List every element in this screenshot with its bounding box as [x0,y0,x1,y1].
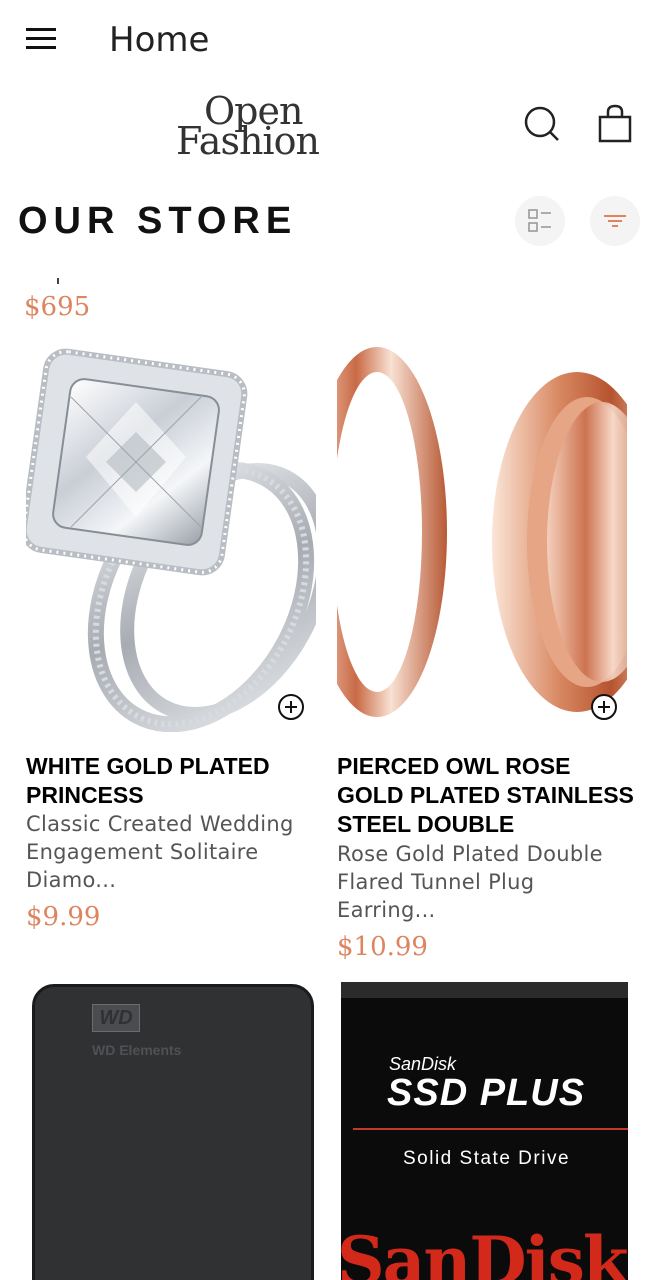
brand-logo[interactable]: Open Fashion [176,92,346,162]
search-icon[interactable] [522,104,562,144]
section-title: OUR STORE [18,200,298,242]
product-price: $695 [24,292,91,322]
brand-bar: Open Fashion [0,82,657,182]
list-view-icon[interactable] [515,196,565,246]
ssd-subtitle: Solid State Drive [403,1148,571,1169]
drive-body [32,984,314,1280]
filter-icon[interactable] [590,196,640,246]
wd-hard-drive-image[interactable]: WD WD Elements [26,982,316,1280]
product-grid[interactable]: $695 WHITE GOLD PLATED PRINCESS Classic … [0,262,657,1280]
page-title: Home [109,20,210,60]
product-description: Rose Gold Plated Double Flared Tunnel Pl… [337,842,603,922]
drive-label: WD Elements [92,1042,182,1058]
add-to-cart-icon[interactable] [276,692,306,722]
product-title: PIERCED OWL ROSE GOLD PLATED STAINLESS S… [337,753,634,837]
product-card[interactable]: PIERCED OWL ROSE GOLD PLATED STAINLESS S… [337,342,637,972]
diamond-ring-image[interactable] [26,342,316,732]
product-price: $9.99 [26,902,101,932]
menu-icon[interactable] [24,24,60,56]
logo-line-2: Fashion [176,119,320,163]
product-price: $10.99 [337,932,428,962]
product-card[interactable]: WD WD Elements [26,982,326,1280]
ssd-product-line: SSD PLUS [387,1072,586,1114]
app-bar: Home [0,0,657,82]
rose-gold-tunnel-image[interactable] [337,342,627,732]
product-description: Classic Created Wedding Engagement Solit… [26,812,294,892]
shopping-bag-icon[interactable] [596,104,636,144]
product-card[interactable]: WHITE GOLD PLATED PRINCESS Classic Creat… [26,342,326,942]
divider [353,1128,628,1130]
product-title: WHITE GOLD PLATED PRINCESS [26,753,270,808]
add-to-cart-icon[interactable] [589,692,619,722]
product-card[interactable]: SanDisk SSD PLUS Solid State Drive SanDi… [341,982,641,1280]
sandisk-ssd-image[interactable]: SanDisk SSD PLUS Solid State Drive SanDi… [341,982,628,1280]
divider [57,278,59,284]
ssd-brand-big: SanDisk [341,1222,628,1280]
wd-logo: WD [92,1004,140,1032]
